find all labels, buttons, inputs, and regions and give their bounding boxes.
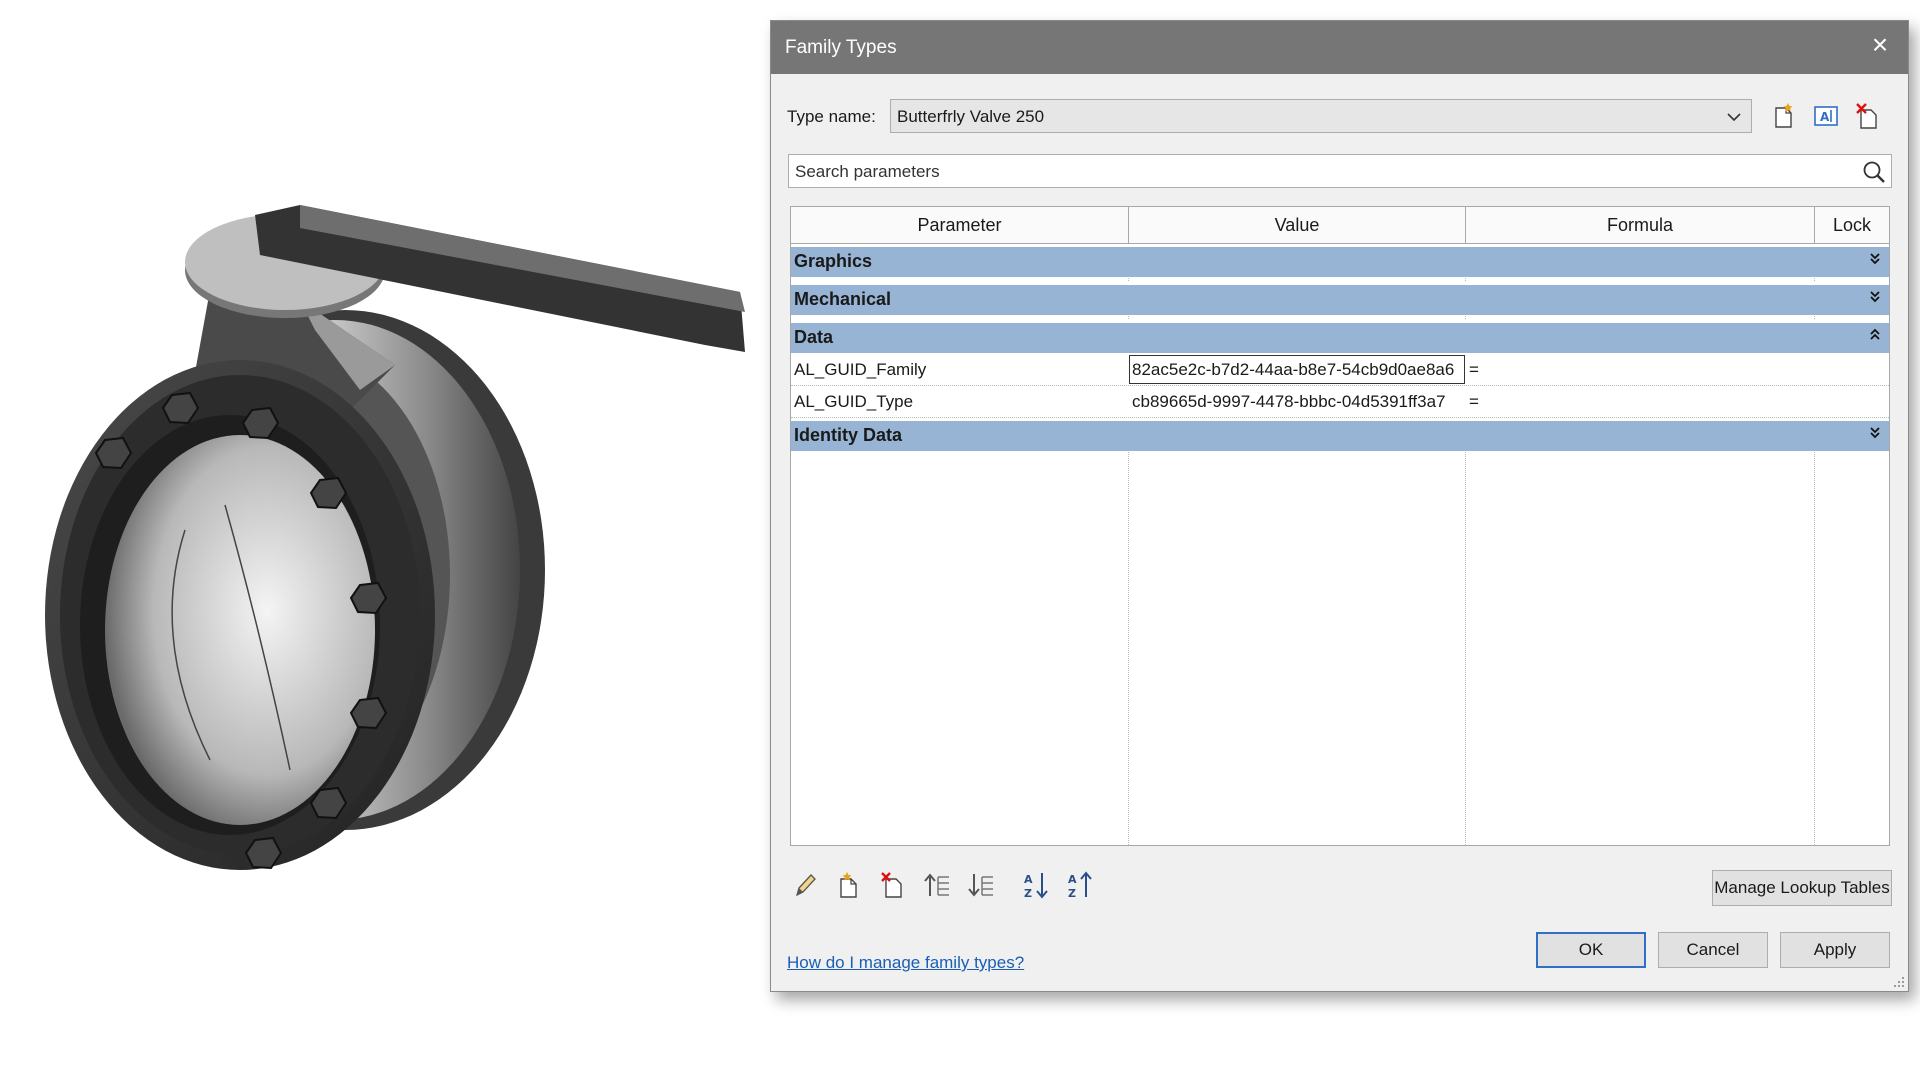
dialog-title: Family Types	[785, 37, 897, 58]
column-header-formula[interactable]: Formula	[1466, 207, 1815, 243]
svg-text:A: A	[1024, 873, 1033, 886]
group-label: Graphics	[794, 251, 873, 271]
new-type-button[interactable]	[1767, 99, 1801, 133]
close-icon[interactable]: ×	[1862, 27, 1898, 63]
column-header-value[interactable]: Value	[1129, 207, 1466, 243]
delete-parameter-icon	[881, 872, 902, 898]
double-chevron-down-icon	[1870, 427, 1880, 439]
family-types-dialog: Family Types × Type name: Butterfrly Val…	[770, 20, 1909, 992]
apply-button[interactable]: Apply	[1780, 932, 1890, 968]
sort-ascending-button[interactable]: A Z	[1021, 868, 1053, 902]
group-header-identity-data[interactable]: Identity Data	[791, 418, 1889, 451]
manage-lookup-tables-button[interactable]: Manage Lookup Tables	[1712, 870, 1892, 906]
column-header-parameter[interactable]: Parameter	[791, 207, 1129, 243]
search-icon[interactable]	[1861, 159, 1887, 185]
edit-pencil-icon	[795, 874, 816, 897]
parameter-name: AL_GUID_Type	[794, 392, 914, 411]
rename-type-button[interactable]: A	[1809, 99, 1843, 133]
formula-field[interactable]: =	[1469, 354, 1809, 385]
type-name-label: Type name:	[787, 107, 876, 126]
ok-button[interactable]: OK	[1536, 932, 1646, 968]
group-label: Identity Data	[794, 425, 903, 445]
double-chevron-up-icon	[1870, 328, 1880, 340]
group-header-mechanical[interactable]: Mechanical	[791, 282, 1889, 315]
svg-text:A: A	[1068, 873, 1077, 886]
resize-grip-icon[interactable]	[1893, 976, 1905, 988]
type-name-value: Butterfrly Valve 250	[897, 107, 1045, 126]
sort-descending-button[interactable]: A Z	[1065, 868, 1097, 902]
new-parameter-icon	[840, 872, 857, 898]
cancel-button[interactable]: Cancel	[1658, 932, 1768, 968]
help-link[interactable]: How do I manage family types?	[787, 953, 1024, 973]
formula-field[interactable]: =	[1469, 386, 1809, 417]
new-parameter-button[interactable]	[833, 868, 865, 902]
svg-text:Z: Z	[1024, 887, 1032, 900]
group-header-graphics[interactable]: Graphics	[791, 244, 1889, 277]
rename-type-icon: A	[1814, 106, 1838, 126]
chevron-down-icon	[1727, 113, 1741, 122]
parameters-grid: Parameter Value Formula Lock Graphics Me…	[790, 206, 1890, 846]
value-field[interactable]: 82ac5e2c-b7d2-44aa-b8e7-54cb9d0ae8a6	[1129, 355, 1465, 384]
dialog-titlebar: Family Types ×	[771, 21, 1908, 74]
parameter-name: AL_GUID_Family	[794, 360, 927, 379]
value-field[interactable]: cb89665d-9997-4478-bbbc-04d5391ff3a7	[1132, 386, 1462, 417]
group-header-data[interactable]: Data	[791, 320, 1889, 353]
delete-type-button[interactable]	[1851, 99, 1885, 133]
type-name-row: Type name: Butterfrly Valve 250 A	[787, 99, 1892, 135]
group-label: Mechanical	[794, 289, 892, 309]
delete-parameter-button[interactable]	[877, 868, 909, 902]
move-parameter-up-button[interactable]	[921, 868, 953, 902]
delete-type-icon	[1856, 103, 1877, 129]
edit-parameter-button[interactable]	[789, 868, 821, 902]
grid-header: Parameter Value Formula Lock	[791, 207, 1889, 244]
double-chevron-down-icon	[1870, 253, 1880, 265]
new-type-icon	[1775, 103, 1793, 128]
move-up-icon	[924, 873, 949, 896]
move-parameter-down-button[interactable]	[965, 868, 997, 902]
group-label: Data	[794, 327, 834, 347]
search-parameters-box	[788, 154, 1892, 188]
svg-text:Z: Z	[1068, 887, 1076, 900]
sort-ascending-icon: A Z	[1024, 873, 1048, 900]
search-input[interactable]	[793, 159, 1847, 185]
type-name-dropdown[interactable]: Butterfrly Valve 250	[890, 99, 1752, 133]
svg-text:A: A	[1820, 110, 1830, 124]
table-row[interactable]: AL_GUID_Type cb89665d-9997-4478-bbbc-04d…	[791, 386, 1889, 418]
table-row[interactable]: AL_GUID_Family 82ac5e2c-b7d2-44aa-b8e7-5…	[791, 354, 1889, 386]
column-header-lock[interactable]: Lock	[1815, 207, 1889, 243]
double-chevron-down-icon	[1870, 291, 1880, 303]
move-down-icon	[968, 874, 993, 897]
butterfly-valve-model-image	[45, 205, 745, 870]
sort-descending-icon: A Z	[1068, 871, 1092, 900]
